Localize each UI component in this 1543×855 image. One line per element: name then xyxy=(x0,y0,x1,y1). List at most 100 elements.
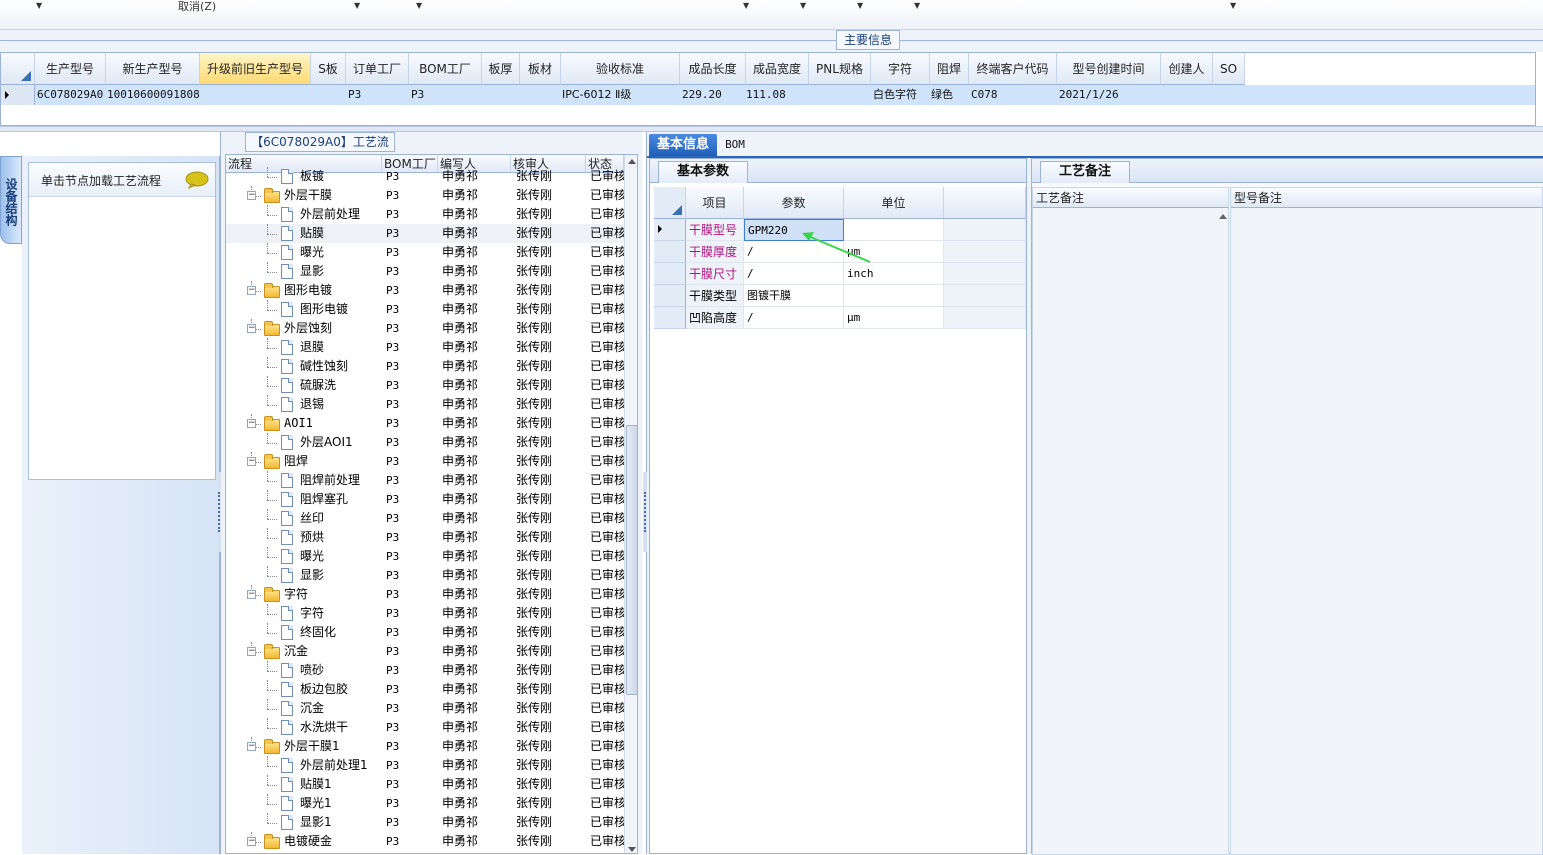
column-header-highlighted[interactable]: 升级前旧生产型号 xyxy=(200,53,311,85)
tree-node-row[interactable]: 阻焊前处理 P3 申勇祁 张传刚 已审核 xyxy=(226,471,624,490)
param-extra-cell[interactable] xyxy=(944,285,1026,307)
dropdown-arrow-icon[interactable]: ▼ xyxy=(1230,1,1236,10)
tree-node-row[interactable]: 曝光1 P3 申勇祁 张传刚 已审核 xyxy=(226,794,624,813)
tree-node-row[interactable]: 预烘 P3 申勇祁 张传刚 已审核 xyxy=(226,528,624,547)
column-header-param[interactable]: 参数 xyxy=(744,187,844,219)
tab-basic-info[interactable]: 基本信息 xyxy=(649,134,717,156)
scroll-down-icon[interactable] xyxy=(628,847,636,852)
tree-node-row[interactable]: 贴膜 P3 申勇祁 张传刚 已审核 xyxy=(226,224,624,243)
tree-node-row[interactable]: 曝光 P3 申勇祁 张传刚 已审核 xyxy=(226,243,624,262)
tab-bom[interactable]: BOM xyxy=(719,134,751,156)
tree-group-row[interactable]: − 外层蚀刻 P3 申勇祁 张传刚 已审核 xyxy=(226,319,624,338)
scroll-up-icon[interactable] xyxy=(1219,214,1227,219)
column-header[interactable]: SO xyxy=(1213,53,1245,85)
tree-group-row[interactable]: − 外层干膜 P3 申勇祁 张传刚 已审核 xyxy=(226,186,624,205)
tree-node-row[interactable]: 阻焊塞孔 P3 申勇祁 张传刚 已审核 xyxy=(226,490,624,509)
cell-acceptance-standard[interactable]: IPC-6012 Ⅱ级 xyxy=(562,85,679,105)
tree-node-row[interactable]: 外层前处理 P3 申勇祁 张传刚 已审核 xyxy=(226,205,624,224)
dropdown-arrow-icon[interactable]: ▼ xyxy=(36,1,42,10)
tree-node-row[interactable]: 外层AOI1 P3 申勇祁 张传刚 已审核 xyxy=(226,433,624,452)
column-header[interactable]: 终端客户代码 xyxy=(969,53,1057,85)
scroll-up-icon[interactable] xyxy=(628,159,636,164)
tree-node-row[interactable]: 板镀 P3 申勇祁 张传刚 已审核 xyxy=(226,167,624,186)
splitter-handle[interactable] xyxy=(217,472,221,552)
row-indicator[interactable] xyxy=(654,219,686,241)
column-header[interactable]: 创建人 xyxy=(1161,53,1213,85)
tree-node-row[interactable]: 碱性蚀刻 P3 申勇祁 张传刚 已审核 xyxy=(226,357,624,376)
param-unit-cell[interactable]: μm xyxy=(844,307,944,329)
row-indicator[interactable] xyxy=(654,285,686,307)
process-remark-textarea[interactable] xyxy=(1033,208,1228,854)
tree-node-row[interactable]: 丝印 P3 申勇祁 张传刚 已审核 xyxy=(226,509,624,528)
tree-node-row[interactable]: 显影 P3 申勇祁 张传刚 已审核 xyxy=(226,262,624,281)
tree-node-row[interactable]: 喷砂 P3 申勇祁 张传刚 已审核 xyxy=(226,661,624,680)
model-remark-textarea[interactable] xyxy=(1231,208,1542,854)
param-item-cell[interactable]: 干膜厚度 xyxy=(686,241,744,263)
tree-group-row[interactable]: − 阻焊 P3 申勇祁 张传刚 已审核 xyxy=(226,452,624,471)
row-indicator[interactable] xyxy=(654,263,686,285)
param-unit-cell[interactable] xyxy=(844,219,944,241)
tree-group-row[interactable]: − 图形电镀 P3 申勇祁 张传刚 已审核 xyxy=(226,281,624,300)
tree-node-row[interactable]: 字符 P3 申勇祁 张传刚 已审核 xyxy=(226,604,624,623)
param-value-cell[interactable]: / xyxy=(744,307,844,329)
param-value-cell[interactable]: / xyxy=(744,241,844,263)
column-header[interactable]: BOM工厂 xyxy=(409,53,482,85)
tree-node-row[interactable]: 退膜 P3 申勇祁 张传刚 已审核 xyxy=(226,338,624,357)
param-unit-cell[interactable]: inch xyxy=(844,263,944,285)
tree-group-row[interactable]: − 外层干膜1 P3 申勇祁 张传刚 已审核 xyxy=(226,737,624,756)
cancel-button[interactable]: 取消(Z) xyxy=(178,0,216,14)
param-unit-cell[interactable]: μm xyxy=(844,241,944,263)
column-header[interactable]: 板厚 xyxy=(482,53,520,85)
cell-width[interactable]: 111.08 xyxy=(746,85,808,105)
collapse-toggle-icon[interactable]: − xyxy=(247,419,256,428)
column-header[interactable]: 型号创建时间 xyxy=(1057,53,1161,85)
dropdown-arrow-icon[interactable]: ▼ xyxy=(416,1,422,10)
cell-new-production-model[interactable]: 10010600091808 xyxy=(107,85,199,105)
tree-node-row[interactable]: 外层前处理1 P3 申勇祁 张传刚 已审核 xyxy=(226,756,624,775)
param-item-cell[interactable]: 凹陷高度 xyxy=(686,307,744,329)
dropdown-arrow-icon[interactable]: ▼ xyxy=(743,1,749,10)
tree-group-row[interactable]: − 电镀硬金 P3 申勇祁 张传刚 已审核 xyxy=(226,832,624,851)
row-indicator[interactable] xyxy=(654,307,686,329)
column-header[interactable]: 验收标准 xyxy=(561,53,680,85)
param-value-cell[interactable]: GPM220 xyxy=(744,219,844,241)
tree-node-row[interactable]: 图形电镀 P3 申勇祁 张传刚 已审核 xyxy=(226,300,624,319)
dropdown-arrow-icon[interactable]: ▼ xyxy=(354,1,360,10)
tree-node-row[interactable]: 曝光 P3 申勇祁 张传刚 已审核 xyxy=(226,547,624,566)
param-value-cell[interactable]: 图镀干膜 xyxy=(744,285,844,307)
collapse-toggle-icon[interactable]: − xyxy=(247,742,256,751)
vertical-scrollbar[interactable] xyxy=(624,155,637,853)
column-header[interactable]: PNL规格 xyxy=(809,53,871,85)
column-header-item[interactable]: 项目 xyxy=(686,187,744,219)
tree-node-row[interactable]: 板边包胶 P3 申勇祁 张传刚 已审核 xyxy=(226,680,624,699)
tree-node-row[interactable]: 显影 P3 申勇祁 张传刚 已审核 xyxy=(226,566,624,585)
cell-length[interactable]: 229.20 xyxy=(682,85,745,105)
tree-node-row[interactable]: 硫脲洗 P3 申勇祁 张传刚 已审核 xyxy=(226,376,624,395)
cell-character[interactable]: 白色字符 xyxy=(873,85,929,105)
param-extra-cell[interactable] xyxy=(944,263,1026,285)
param-extra-cell[interactable] xyxy=(944,241,1026,263)
scrollbar-thumb[interactable] xyxy=(626,425,637,695)
device-structure-tab[interactable]: 设备结构 xyxy=(0,156,22,244)
param-extra-cell[interactable] xyxy=(944,307,1026,329)
tree-group-row[interactable]: − AOI1 P3 申勇祁 张传刚 已审核 xyxy=(226,414,624,433)
collapse-toggle-icon[interactable]: − xyxy=(247,647,256,656)
dropdown-arrow-icon[interactable]: ▼ xyxy=(800,1,806,10)
column-header[interactable]: 板材 xyxy=(520,53,561,85)
column-header-unit[interactable]: 单位 xyxy=(844,187,944,219)
column-header[interactable]: 成品宽度 xyxy=(746,53,809,85)
column-header[interactable]: 订单工厂 xyxy=(346,53,409,85)
cell-customer-code[interactable]: C078 xyxy=(971,85,1056,105)
collapse-toggle-icon[interactable]: − xyxy=(247,457,256,466)
column-header[interactable]: 新生产型号 xyxy=(106,53,200,85)
cell-bom-factory[interactable]: P3 xyxy=(411,85,481,105)
row-indicator[interactable] xyxy=(654,241,686,263)
column-header[interactable]: S板 xyxy=(311,53,346,85)
tree-node-row[interactable]: 水洗烘干 P3 申勇祁 张传刚 已审核 xyxy=(226,718,624,737)
tree-node-row[interactable]: 贴膜1 P3 申勇祁 张传刚 已审核 xyxy=(226,775,624,794)
tree-node-row[interactable]: 终固化 P3 申勇祁 张传刚 已审核 xyxy=(226,623,624,642)
tab-process-remarks[interactable]: 工艺备注 xyxy=(1040,161,1130,183)
param-item-cell[interactable]: 干膜类型 xyxy=(686,285,744,307)
collapse-toggle-icon[interactable]: − xyxy=(247,286,256,295)
tab-basic-params[interactable]: 基本参数 xyxy=(658,161,748,183)
